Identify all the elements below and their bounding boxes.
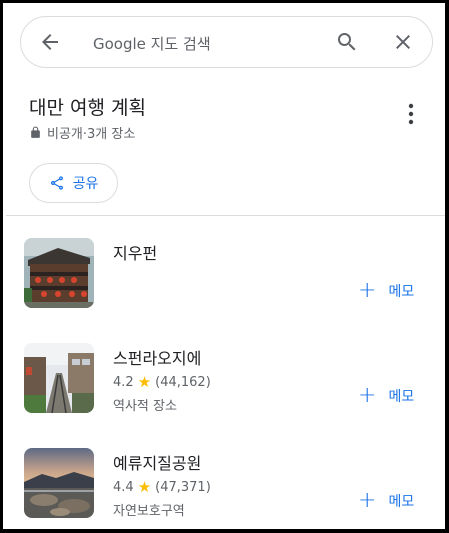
app-frame: Google 지도 검색 대만 여행 계획 비공개·3개 장소 공유 지우펀 +…	[0, 0, 449, 533]
search-input[interactable]: Google 지도 검색	[93, 33, 211, 54]
place-photo[interactable]	[24, 343, 94, 413]
place-photo[interactable]	[24, 238, 94, 308]
place-photo[interactable]	[24, 448, 94, 518]
search-icon[interactable]	[335, 30, 359, 54]
list-visibility: 비공개·3개 장소	[29, 123, 135, 142]
divider	[6, 215, 445, 216]
plus-icon: +	[358, 278, 377, 303]
memo-label: 메모	[388, 389, 415, 405]
list-item[interactable]: 지우펀 + 메모	[3, 238, 445, 333]
plus-icon: +	[358, 383, 377, 408]
place-name[interactable]: 스펀라오지에	[113, 345, 201, 369]
star-icon: ★	[137, 478, 152, 496]
share-icon	[50, 176, 63, 190]
list-item[interactable]: 예류지질공원 4.4 ★ (47,371) 자연보호구역 + 메모	[3, 448, 445, 529]
place-rating: 4.2 ★ (44,162)	[113, 373, 211, 391]
visibility-text: 비공개·3개 장소	[47, 127, 136, 142]
add-memo-button[interactable]: + 메모	[358, 280, 428, 302]
add-memo-button[interactable]: + 메모	[358, 385, 428, 407]
share-label: 공유	[72, 176, 99, 192]
place-name[interactable]: 예류지질공원	[113, 450, 201, 474]
lock-icon	[31, 126, 40, 138]
review-count: (47,371)	[155, 479, 211, 495]
place-name[interactable]: 지우펀	[113, 240, 157, 264]
place-category: 자연보호구역	[113, 504, 185, 519]
memo-label: 메모	[388, 284, 415, 300]
list-title: 대만 여행 계획	[29, 97, 146, 119]
close-icon[interactable]	[391, 30, 415, 54]
rating-value: 4.4	[113, 479, 134, 495]
more-vert-icon[interactable]	[400, 101, 422, 127]
place-category: 역사적 장소	[113, 399, 177, 414]
search-bar[interactable]: Google 지도 검색	[20, 16, 433, 68]
rating-value: 4.2	[113, 374, 134, 390]
list-item[interactable]: 스펀라오지에 4.2 ★ (44,162) 역사적 장소 + 메모	[3, 343, 445, 438]
add-memo-button[interactable]: + 메모	[358, 490, 428, 512]
place-rating: 4.4 ★ (47,371)	[113, 478, 211, 496]
share-button[interactable]: 공유	[29, 163, 118, 203]
memo-label: 메모	[388, 494, 415, 510]
review-count: (44,162)	[155, 374, 211, 390]
star-icon: ★	[137, 373, 152, 391]
plus-icon: +	[358, 488, 377, 513]
arrow-back-icon[interactable]	[38, 30, 62, 54]
